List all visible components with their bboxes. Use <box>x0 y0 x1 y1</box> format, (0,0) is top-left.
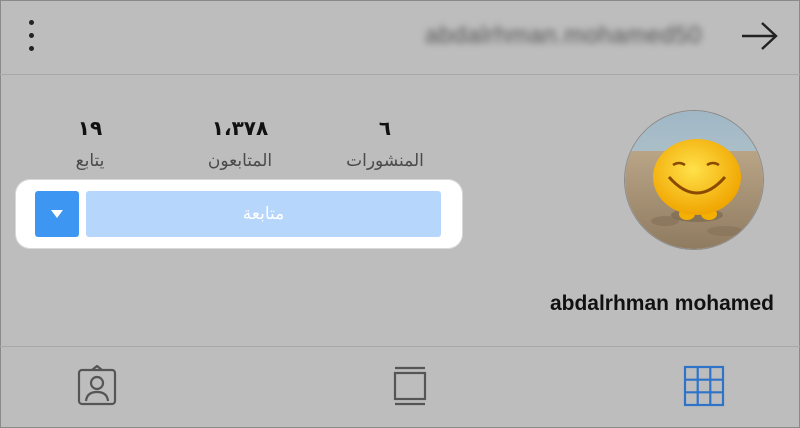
caret-down-icon <box>51 210 63 218</box>
tabs-divider <box>0 346 800 347</box>
arrow-right-icon[interactable] <box>740 20 780 52</box>
header-divider <box>0 74 800 75</box>
grid-icon[interactable] <box>683 365 725 407</box>
profile-display-name: abdalrhman mohamed <box>549 292 774 315</box>
avatar-image <box>625 111 763 249</box>
top-bar: abdalrhman.mohamed50 <box>0 0 800 74</box>
kebab-menu-icon[interactable] <box>24 20 40 52</box>
follow-actions-panel: متابعة <box>16 180 462 248</box>
following-stat[interactable]: ١٩ يتابع <box>50 116 130 172</box>
posts-count: ٦ <box>378 116 392 140</box>
feed-list-icon[interactable] <box>389 365 431 407</box>
username-title: abdalrhman.mohamed50 <box>425 22 702 49</box>
following-count: ١٩ <box>77 116 103 140</box>
follow-button[interactable]: متابعة <box>86 191 441 237</box>
followers-stat[interactable]: ١،٣٧٨ المتابعون <box>180 116 300 172</box>
followers-count: ١،٣٧٨ <box>211 116 269 140</box>
posts-label: المنشورات <box>346 151 424 171</box>
posts-stat[interactable]: ٦ المنشورات <box>330 116 440 172</box>
tagged-person-icon[interactable] <box>76 365 118 407</box>
followers-label: المتابعون <box>207 151 273 171</box>
suggested-accounts-dropdown-button[interactable] <box>35 191 79 237</box>
avatar[interactable] <box>624 110 764 250</box>
following-label: يتابع <box>75 151 105 171</box>
